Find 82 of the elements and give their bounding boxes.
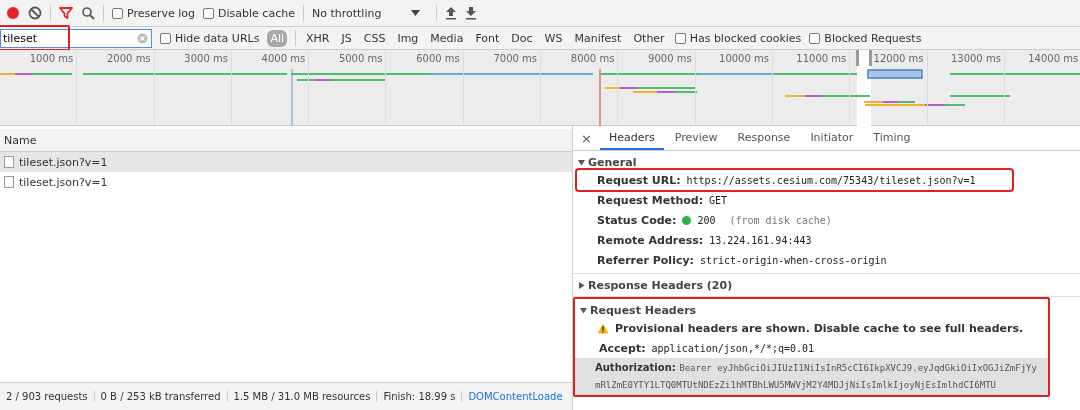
type-filter[interactable]: Img (395, 30, 421, 46)
field-label: Request URL: (597, 173, 681, 187)
field-label: Request Method: (597, 193, 704, 207)
tick-label: 3000 ms (184, 53, 228, 64)
tick-label: 4000 ms (261, 53, 306, 64)
expand-arrow-icon[interactable] (578, 281, 585, 289)
tick-label: 12000 ms (873, 53, 924, 64)
type-filter[interactable]: Doc (509, 30, 535, 46)
request-row[interactable]: tileset.json?v=1 (0, 172, 572, 192)
type-filter[interactable]: Media (428, 30, 466, 46)
download-icon[interactable] (465, 6, 478, 20)
close-button[interactable]: × (579, 131, 598, 150)
tick-label: 5000 ms (338, 53, 383, 64)
tick-label: 11000 ms (796, 53, 847, 64)
status-text: Finish: 18.99 s (377, 391, 463, 402)
expand-arrow-icon[interactable] (580, 306, 587, 314)
type-filter[interactable]: CSS (361, 30, 388, 46)
checkbox[interactable]: Hide data URLs (160, 31, 260, 45)
field-label: Authorization: (595, 362, 676, 373)
caret-icon[interactable] (411, 10, 421, 16)
type-filter[interactable]: Font (473, 30, 502, 46)
field-value: https://assets.cesium.com/75343/tileset.json?v=1 (686, 174, 976, 186)
tab[interactable]: Preview (665, 131, 727, 150)
type-filter[interactable]: XHR (304, 30, 332, 46)
expand-arrow-icon[interactable] (578, 158, 585, 166)
checkbox[interactable]: Blocked Requests (809, 31, 922, 45)
type-filter[interactable]: WS (542, 30, 565, 46)
file-icon (4, 156, 14, 168)
type-filter[interactable]: JS (339, 30, 354, 46)
tick-label: 14000 ms (1028, 53, 1079, 64)
tick-label: 7000 ms (493, 53, 538, 64)
tick-label: 13000 ms (950, 53, 1001, 64)
type-filter[interactable]: Manifest (572, 30, 624, 46)
field-label: Remote Address: (597, 233, 704, 247)
request-name: tileset.json?v=1 (19, 175, 108, 189)
checkbox[interactable]: Preserve log (112, 6, 196, 20)
column-header[interactable]: Name (4, 133, 37, 147)
field-value: strict-origin-when-cross-origin (700, 254, 887, 266)
tab[interactable]: Timing (864, 131, 920, 150)
tick-label: 8000 ms (570, 53, 615, 64)
checkbox[interactable]: Has blocked cookies (674, 31, 802, 45)
tab[interactable]: Initiator (801, 131, 863, 150)
section-header[interactable]: Request Headers (575, 302, 1048, 318)
warning-text: Provisional headers are shown. Disable cache to see full headers. (615, 321, 1024, 335)
record-button[interactable] (6, 6, 20, 20)
field-label: Referrer Policy: (597, 253, 694, 267)
tab[interactable]: Response (728, 131, 800, 150)
throttling-dropdown[interactable]: No throttling (311, 6, 429, 20)
section-header[interactable]: General (573, 154, 1080, 170)
status-text: 2 / 903 requests (0, 391, 95, 402)
type-filter[interactable]: Other (631, 30, 667, 46)
clear-input-icon[interactable] (137, 32, 148, 44)
request-name: tileset.json?v=1 (19, 155, 108, 169)
file-icon (4, 176, 14, 188)
search-icon[interactable] (81, 6, 95, 20)
warning-icon[interactable] (597, 322, 609, 334)
tick-label: 9000 ms (648, 53, 692, 64)
status-dot (682, 215, 692, 225)
request-row[interactable]: tileset.json?v=1 (0, 152, 572, 172)
field-label: Accept: (599, 341, 646, 355)
filter-icon[interactable] (59, 6, 73, 20)
tab[interactable]: Headers (599, 131, 664, 150)
status-text: 0 B / 253 kB transferred (94, 391, 228, 402)
tick-label: 2000 ms (107, 53, 151, 64)
field-label: Status Code: (597, 213, 677, 227)
field-note: (from disk cache) (729, 214, 832, 226)
field-value: 200 (697, 214, 716, 226)
tick-label: 6000 ms (416, 53, 460, 64)
section-header[interactable]: Response Headers (20) (573, 277, 1080, 293)
tick-label: 10000 ms (719, 53, 769, 64)
clear-icon[interactable] (28, 6, 42, 20)
status-link[interactable]: DOMContentLoade (462, 391, 563, 402)
field-value: mRlZmE0YTY1LTQ0MTUtNDEzZi1hMTBhLWU5MWVjM2Y4MDJjNiIsImlkIjoyNjEsImlhdCI6MTU (595, 380, 996, 390)
field-value: 13.224.161.94:443 (709, 234, 812, 246)
tick-label: 1000 ms (29, 53, 74, 64)
field-value: Bearer eyJhbGciOiJIUzI1NiIsInR5cCI6IkpXVCJ9.eyJqdGkiOiIxOGJiZmFjYy (679, 363, 1037, 373)
status-text: 1.5 MB / 31.0 MB resources (227, 391, 378, 402)
field-value: application/json,*/*;q=0.01 (651, 342, 815, 354)
filter-field[interactable]: tileset (0, 28, 152, 48)
checkbox[interactable]: Disable cache (203, 6, 295, 20)
field-value: GET (709, 194, 728, 206)
upload-icon[interactable] (445, 6, 458, 20)
